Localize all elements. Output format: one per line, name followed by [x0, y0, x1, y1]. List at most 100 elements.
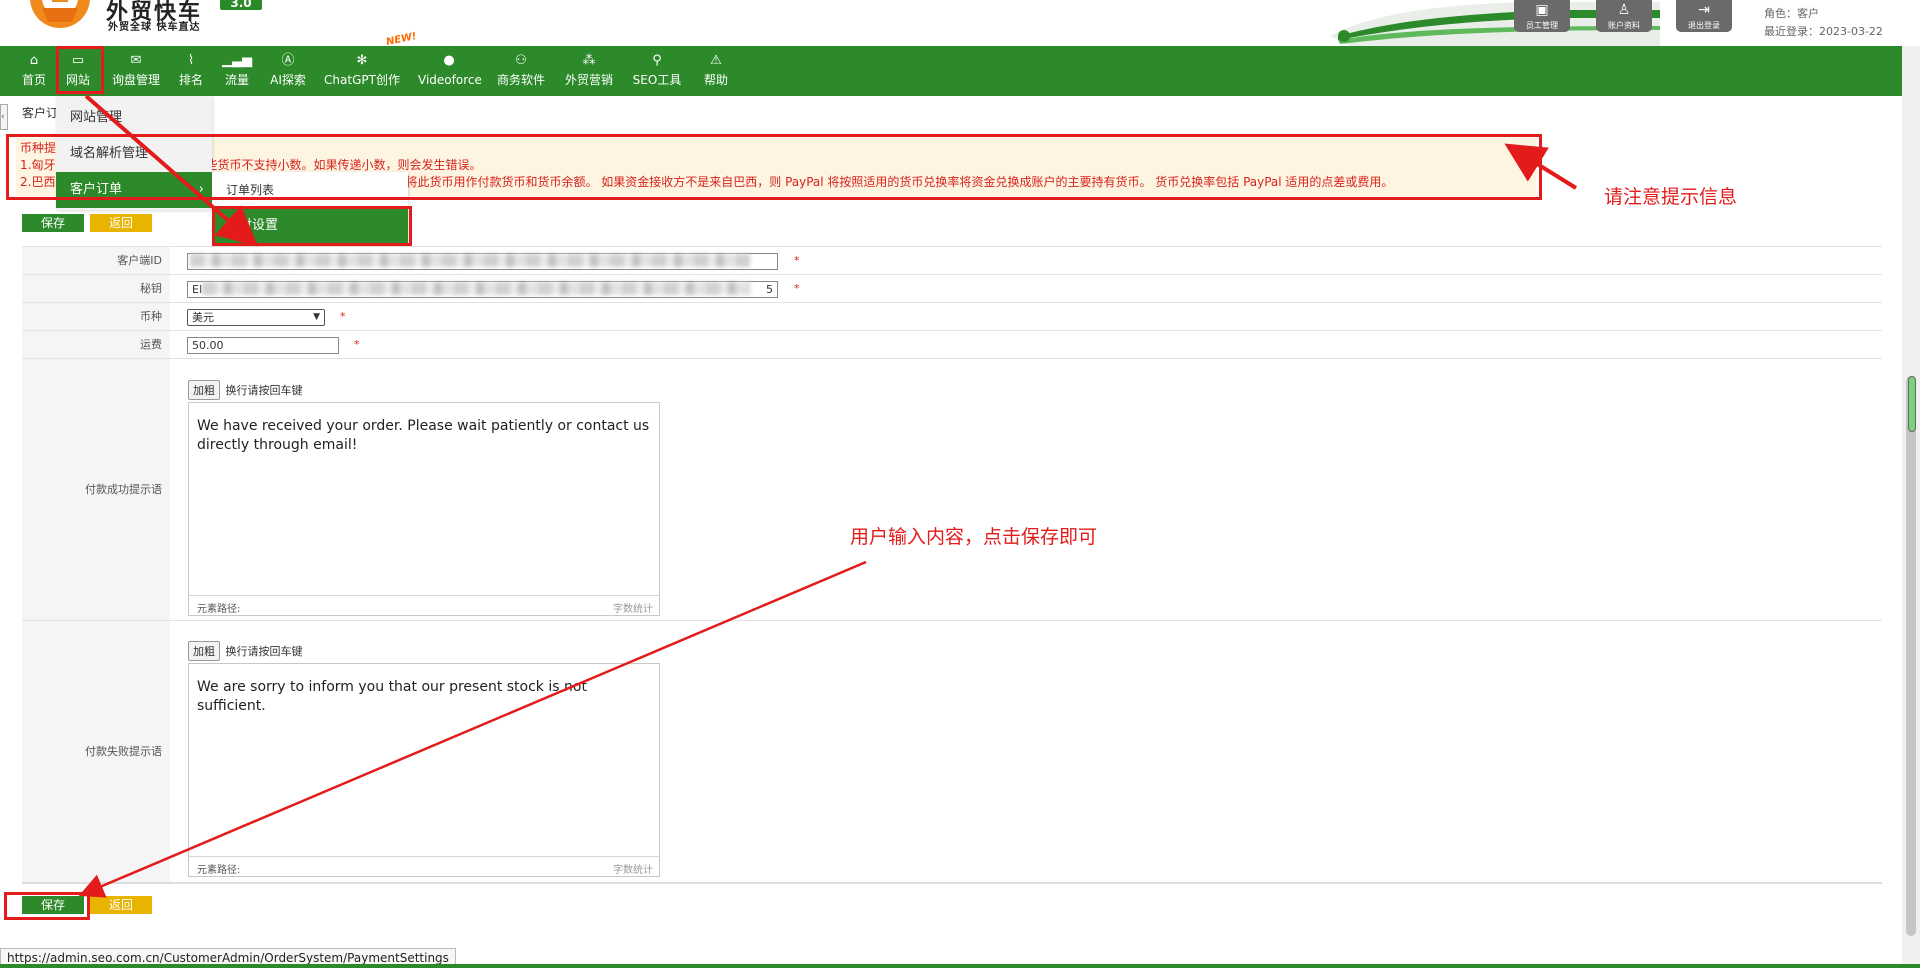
nav-item-software[interactable]: ⚇ 商务软件	[496, 46, 546, 96]
account-info-label: 账户资料	[1608, 21, 1640, 30]
scrollbar-thumb[interactable]	[1906, 376, 1916, 936]
shipping-input[interactable]: 50.00	[187, 337, 339, 354]
account-info-button[interactable]: ♙ 账户资料	[1596, 0, 1652, 32]
header: 外贸快车 外贸全球 快车直达 3.0 ▣ 员工管理 ♙ 账户资料 ⇥ 退出登录 …	[0, 0, 1920, 46]
annotation-box-save	[4, 892, 90, 920]
nav-label: AI探索	[270, 73, 306, 87]
logout-icon: ⇥	[1698, 2, 1710, 18]
required-mark: *	[354, 338, 360, 351]
editor-footer: 元素路径: 字数统计	[189, 856, 659, 876]
nav-label: ChatGPT创作	[324, 73, 400, 87]
role-text: 角色：客户	[1764, 7, 1819, 20]
success-editor-toolbar: 加粗 换行请按回车键	[188, 380, 303, 400]
failure-message-text[interactable]: We are sorry to inform you that our pres…	[197, 678, 653, 716]
failure-message-editor[interactable]: We are sorry to inform you that our pres…	[188, 663, 660, 877]
secret-label: 秘钥	[22, 275, 170, 302]
currency-select[interactable]: 美元 ▼	[187, 309, 325, 326]
last-login-text: 最近登录：2023-03-22	[1764, 25, 1883, 38]
newline-hint: 换行请按回车键	[225, 384, 303, 397]
page-title: 客户订	[22, 106, 59, 120]
staff-management-label: 员工管理	[1526, 21, 1558, 30]
required-mark: *	[794, 282, 800, 295]
nav-label: SEO工具	[632, 73, 682, 87]
nav-item-marketing[interactable]: ⁂ 外贸营销	[564, 46, 614, 96]
logout-label: 退出登录	[1688, 21, 1720, 30]
nav-label: 询盘管理	[111, 73, 160, 87]
nav-label: 排名	[178, 73, 203, 87]
required-mark: *	[794, 254, 800, 267]
annotation-box-notice	[6, 134, 1542, 200]
staff-icon: ▣	[1535, 2, 1549, 18]
account-icon: ♙	[1617, 2, 1631, 18]
version-badge: 3.0	[220, 0, 262, 10]
annotation-save-hint: 用户输入内容，点击保存即可	[850, 526, 1098, 548]
client-id-label: 客户端ID	[22, 247, 170, 274]
nav-label: 帮助	[703, 73, 728, 87]
newline-hint: 换行请按回车键	[225, 645, 303, 658]
logo-icon	[30, 0, 90, 28]
nav-item-seo[interactable]: ⚲ SEO工具	[632, 46, 682, 96]
vertical-scrollbar[interactable]	[1902, 46, 1920, 968]
bold-button[interactable]: 加粗	[188, 641, 220, 661]
brand-subtitle: 外贸全球 快车直达	[108, 22, 201, 33]
logout-button[interactable]: ⇥ 退出登录	[1676, 0, 1732, 32]
mail-icon: ✉	[130, 53, 142, 68]
user-info: 角色：客户 最近登录：2023-03-22	[1764, 5, 1883, 41]
currency-value: 美元	[192, 311, 214, 324]
nav-item-help[interactable]: ⚠ 帮助	[700, 46, 732, 96]
ranking-icon: ⌇	[187, 53, 195, 68]
form-bottom-border	[22, 882, 1882, 884]
nav-item-videoforce[interactable]: ● Videoforce	[418, 46, 482, 96]
traffic-icon: ▁▃▅	[222, 53, 252, 68]
word-count: 字数统计	[613, 865, 653, 876]
home-icon: ⌂	[29, 53, 39, 68]
nav-item-ranking[interactable]: ⌇ 排名	[174, 46, 208, 96]
secret-value-end: 5	[766, 283, 773, 296]
word-count: 字数统计	[613, 604, 653, 615]
shipping-label: 运费	[22, 331, 170, 358]
bold-button[interactable]: 加粗	[188, 380, 220, 400]
editor-footer: 元素路径: 字数统计	[189, 595, 659, 615]
success-message-label: 付款成功提示语	[22, 359, 170, 620]
nav-item-chatgpt[interactable]: ✻ ChatGPT创作	[324, 46, 400, 96]
chatgpt-icon: ✻	[356, 53, 368, 68]
nav-item-traffic[interactable]: ▁▃▅ 流量	[220, 46, 254, 96]
sidebar-toggle-icon[interactable]: ‹	[0, 104, 8, 130]
menu-item-site-management[interactable]: 网站管理	[56, 100, 212, 136]
main-nav: ⌂ 首页 ▭ 网站 ✉ 询盘管理 ⌇ 排名 ▁▃▅ 流量 Ⓐ AI探索 ✻ Ch…	[0, 46, 1902, 96]
save-button-top[interactable]: 保存	[22, 214, 84, 232]
video-icon: ●	[443, 53, 455, 68]
annotation-box-payment-settings	[212, 206, 412, 246]
element-path: 元素路径:	[197, 604, 241, 615]
currency-label: 币种	[22, 303, 170, 330]
software-icon: ⚇	[515, 53, 527, 68]
success-message-editor[interactable]: We have received your order. Please wait…	[188, 402, 660, 616]
nav-label: 首页	[21, 73, 46, 87]
nav-item-inquiry[interactable]: ✉ 询盘管理	[108, 46, 164, 96]
back-button-top[interactable]: 返回	[90, 214, 152, 232]
scroll-grip-icon[interactable]	[1908, 376, 1916, 432]
success-message-text[interactable]: We have received your order. Please wait…	[197, 417, 653, 455]
back-button[interactable]: 返回	[90, 896, 152, 914]
nav-label: 商务软件	[496, 73, 545, 87]
page: 外贸快车 外贸全球 快车直达 3.0 ▣ 员工管理 ♙ 账户资料 ⇥ 退出登录 …	[0, 0, 1920, 968]
nav-item-ai[interactable]: Ⓐ AI探索	[266, 46, 310, 96]
nav-label: 外贸营销	[564, 73, 613, 87]
redacted-secret	[202, 282, 750, 295]
redacted-client-id	[190, 254, 750, 267]
staff-management-button[interactable]: ▣ 员工管理	[1514, 0, 1570, 32]
failure-message-label: 付款失败提示语	[22, 621, 170, 882]
ai-icon: Ⓐ	[281, 53, 295, 68]
nav-item-home[interactable]: ⌂ 首页	[16, 46, 52, 96]
annotation-notice-hint: 请注意提示信息	[1604, 186, 1738, 208]
secret-value-start: EI	[192, 283, 203, 296]
required-mark: *	[340, 310, 346, 323]
seo-search-icon: ⚲	[652, 53, 662, 68]
help-icon: ⚠	[710, 53, 722, 68]
element-path: 元素路径:	[197, 865, 241, 876]
footer-line	[0, 964, 1920, 968]
nav-label: Videoforce	[418, 73, 482, 87]
marketing-icon: ⁂	[582, 53, 596, 68]
nav-label: 流量	[224, 73, 249, 87]
annotation-box-website-nav	[56, 46, 104, 94]
